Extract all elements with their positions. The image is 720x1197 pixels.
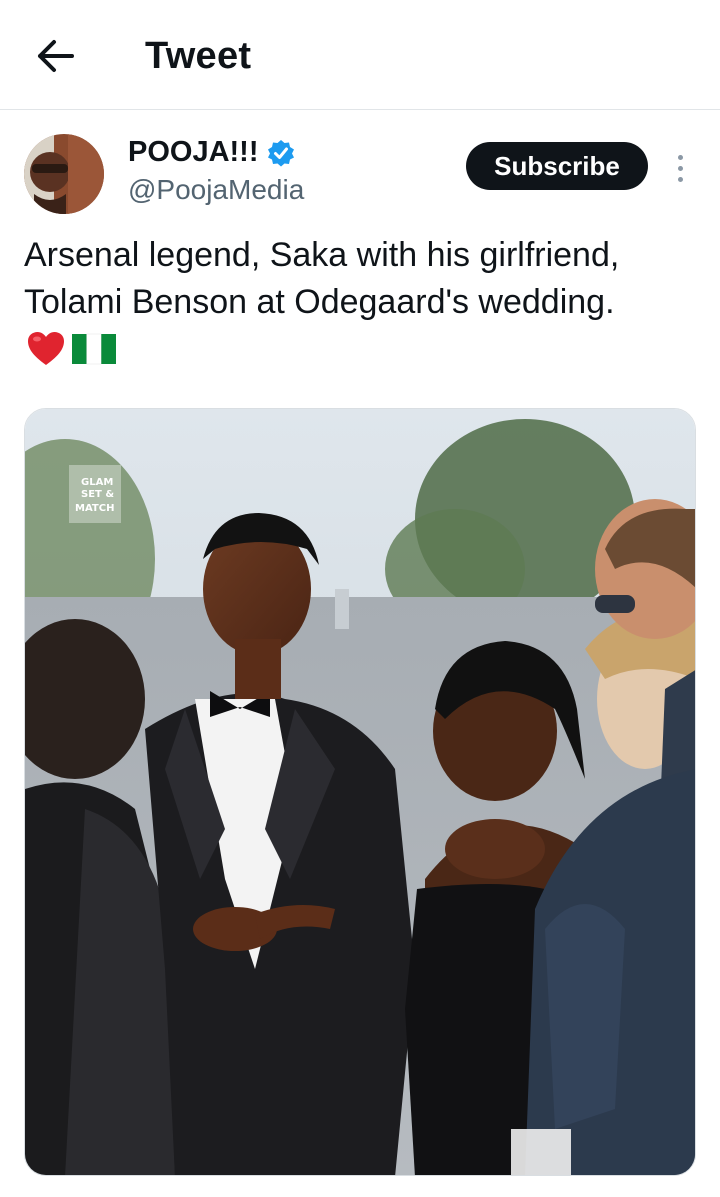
author-handle[interactable]: @PoojaMedia — [128, 174, 304, 206]
red-heart-emoji — [28, 332, 64, 365]
author-name[interactable]: POOJA!!! — [128, 136, 295, 169]
more-options-icon[interactable] — [666, 148, 694, 188]
back-button[interactable] — [30, 30, 82, 82]
watermark-line-1: GLAM — [81, 477, 113, 488]
watermark-line-2: SET & — [81, 489, 114, 500]
top-bar: Tweet — [0, 0, 720, 110]
watermark-line-3: MATCH — [75, 503, 114, 514]
subscribe-button[interactable]: Subscribe — [466, 142, 648, 190]
tweet-emojis — [26, 330, 116, 368]
tweet-text-line: Tolami Benson at Odegaard's wedding. — [24, 283, 615, 321]
arrow-left-icon — [38, 40, 74, 72]
nigeria-flag-emoji — [72, 333, 116, 365]
tweet-author: POOJA!!! @PoojaMedia Subscribe — [0, 128, 720, 223]
page-title: Tweet — [145, 35, 252, 77]
watermark-logo: GLAM SET & MATCH — [69, 465, 121, 523]
avatar[interactable] — [24, 134, 104, 214]
verified-badge-icon — [267, 139, 294, 166]
tweet-text: Arsenal legend, Saka with his girlfriend… — [24, 232, 704, 326]
tweet-text-line: Arsenal legend, Saka with his girlfriend… — [24, 236, 620, 274]
author-name-text: POOJA!!! — [128, 136, 259, 168]
tweet-photo[interactable]: GLAM SET & MATCH — [24, 408, 696, 1176]
